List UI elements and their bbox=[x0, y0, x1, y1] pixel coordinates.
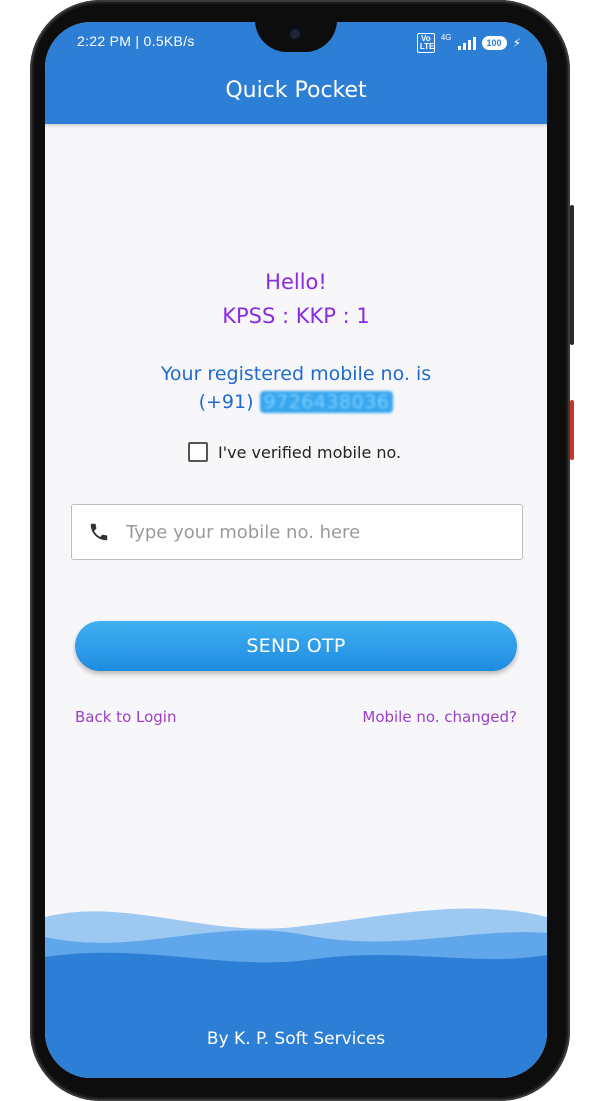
greeting-hello: Hello! bbox=[265, 270, 327, 294]
greeting-user-code: KPSS : KKP : 1 bbox=[222, 304, 370, 328]
device-stage: 2:22 PM | 0.5KB/s Vo LTE 4G 100 ⚡ Quick … bbox=[0, 0, 590, 1101]
camera-notch bbox=[255, 22, 337, 52]
mobile-number-field[interactable] bbox=[71, 504, 523, 560]
footer-credit: By K. P. Soft Services bbox=[206, 1029, 386, 1049]
verify-row[interactable]: I've verified mobile no. bbox=[188, 442, 401, 462]
mobile-number-input[interactable] bbox=[124, 520, 488, 544]
registered-mobile-value: (+91) 9726438036 bbox=[45, 391, 547, 413]
send-otp-button[interactable]: SEND OTP bbox=[75, 621, 517, 671]
status-bar: 2:22 PM | 0.5KB/s Vo LTE 4G 100 ⚡ bbox=[45, 22, 547, 64]
masked-mobile-number: 9726438036 bbox=[259, 391, 394, 413]
footer-waves bbox=[45, 908, 547, 1078]
country-code: (+91) bbox=[198, 391, 254, 413]
network-type-label: 4G bbox=[440, 33, 452, 42]
phone-icon bbox=[90, 523, 108, 541]
mobile-changed-link[interactable]: Mobile no. changed? bbox=[362, 708, 517, 726]
front-camera-icon bbox=[287, 26, 303, 42]
back-to-login-link[interactable]: Back to Login bbox=[75, 708, 176, 726]
status-time: 2:22 PM | 0.5KB/s bbox=[77, 33, 195, 49]
app-bar: Quick Pocket bbox=[45, 64, 547, 124]
status-icons: Vo LTE 4G 100 ⚡ bbox=[416, 33, 521, 53]
power-button bbox=[570, 400, 574, 460]
battery-icon: 100 bbox=[481, 36, 507, 50]
app-screen: 2:22 PM | 0.5KB/s Vo LTE 4G 100 ⚡ Quick … bbox=[45, 22, 547, 1078]
bolt-icon: ⚡ bbox=[512, 36, 521, 50]
app-title: Quick Pocket bbox=[225, 78, 367, 103]
signal-icon bbox=[457, 36, 476, 50]
verify-label[interactable]: I've verified mobile no. bbox=[218, 443, 401, 462]
volte-icon: Vo LTE bbox=[416, 33, 435, 53]
volume-button bbox=[570, 205, 574, 345]
verify-checkbox[interactable] bbox=[188, 442, 208, 462]
registered-mobile-label: Your registered mobile no. is bbox=[160, 363, 432, 385]
